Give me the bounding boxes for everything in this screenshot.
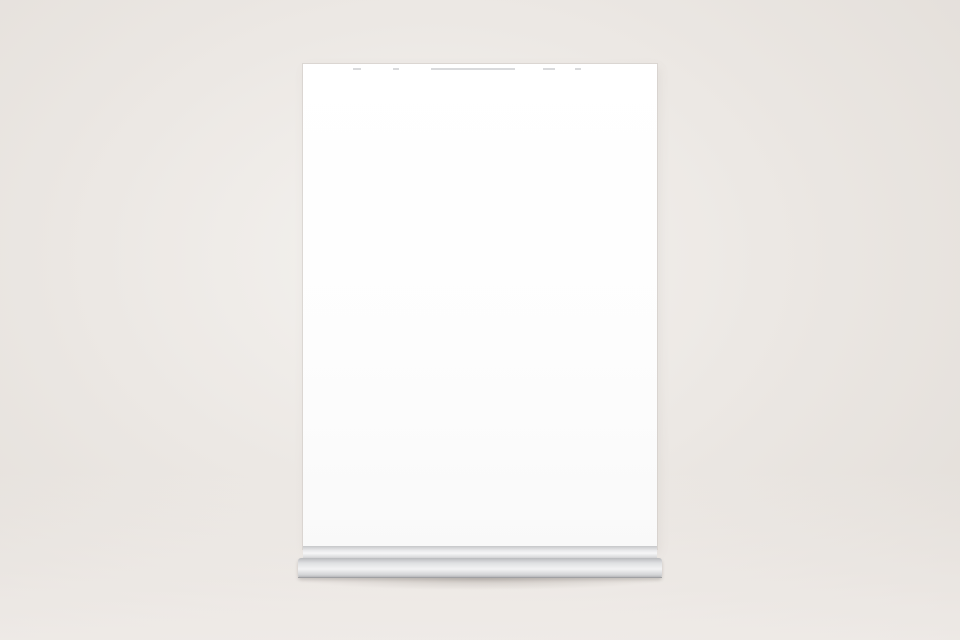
- base-bottom-edge: [298, 577, 662, 578]
- sheet-top-edge-mark: [393, 68, 399, 70]
- product-scene: [0, 0, 960, 640]
- sheet-top-edge-mark: [431, 68, 515, 70]
- blank-sign-sheet: [303, 64, 657, 549]
- base-slot-lip: [303, 546, 657, 558]
- acrylic-stand-base: [298, 546, 662, 578]
- sheet-top-edge-mark: [353, 68, 361, 70]
- sheet-top-edge-mark: [575, 68, 581, 70]
- sheet-top-edge-mark: [543, 68, 555, 70]
- base-foot: [298, 558, 662, 578]
